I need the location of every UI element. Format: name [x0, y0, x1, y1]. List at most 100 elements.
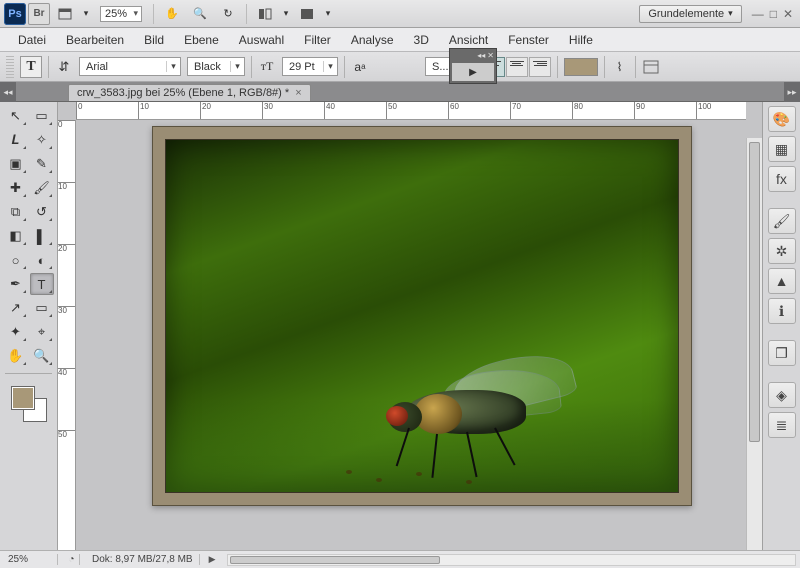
collapse-icon[interactable]: ◂◂ — [477, 51, 485, 61]
lasso-tool[interactable]: 𝑳 — [4, 129, 28, 151]
hand-tool-shortcut[interactable]: ✋ — [159, 3, 185, 25]
collapse-left-button[interactable]: ◂◂ — [0, 82, 16, 102]
history-brush-tool[interactable]: ↺ — [30, 201, 54, 223]
workspace-label: Grundelemente — [648, 8, 724, 20]
divider — [635, 56, 636, 78]
healing-brush-tool[interactable]: ✚ — [4, 177, 28, 199]
zoom-select[interactable]: 25% — [100, 6, 142, 22]
font-family-value: Arial — [80, 61, 166, 73]
eraser-tool[interactable]: ◧ — [4, 225, 28, 247]
arrange-documents-dropdown[interactable]: ▾ — [280, 3, 292, 25]
paths-panel-icon[interactable]: ≣ — [768, 412, 796, 438]
hand-tool[interactable]: ✋ — [4, 345, 28, 367]
layers-panel-icon[interactable]: ❐ — [768, 340, 796, 366]
horizontal-ruler[interactable]: 010203040506070809010011 — [76, 102, 746, 120]
scrollbar-thumb[interactable] — [230, 556, 440, 564]
swatches-panel-icon[interactable]: ▦ — [768, 136, 796, 162]
panel-close-icon[interactable]: ✕ — [487, 51, 494, 61]
horizontal-scrollbar[interactable] — [227, 554, 796, 566]
screen-mode-dropdown[interactable]: ▾ — [322, 3, 334, 25]
marquee-tool[interactable]: ▭ — [30, 105, 54, 127]
blur-tool[interactable]: ○ — [4, 249, 28, 271]
ruler-tick: 40 — [324, 102, 335, 119]
menu-hilfe[interactable]: Hilfe — [559, 30, 603, 50]
ruler-tick: 100 — [696, 102, 711, 119]
clone-stamp-tool[interactable]: ⧉ — [4, 201, 28, 223]
floating-mini-panel[interactable]: ◂◂✕ ▶ — [449, 48, 497, 84]
text-orientation-button[interactable]: ⇵ — [55, 58, 73, 76]
rotate-view-shortcut[interactable]: ↻ — [215, 3, 241, 25]
menu-auswahl[interactable]: Auswahl — [229, 30, 294, 50]
zoom-level-field[interactable]: 25% — [4, 554, 58, 565]
font-family-select[interactable]: Arial ▾ — [79, 57, 181, 76]
crop-tool[interactable]: ▣ — [4, 153, 28, 175]
canvas-viewport[interactable] — [76, 120, 762, 550]
character-panel-button[interactable] — [642, 58, 660, 76]
info-panel-icon[interactable]: ℹ — [768, 298, 796, 324]
play-icon[interactable]: ▶ — [452, 63, 494, 81]
menu-fenster[interactable]: Fenster — [498, 30, 559, 50]
channels-panel-icon[interactable]: ◈ — [768, 382, 796, 408]
close-button[interactable]: ✕ — [783, 7, 793, 21]
menu-ansicht[interactable]: Ansicht — [439, 30, 498, 50]
scrollbar-thumb[interactable] — [749, 142, 760, 442]
dodge-tool[interactable]: ◐ — [30, 249, 54, 271]
shape-tool[interactable]: ▭ — [30, 297, 54, 319]
menu-3d[interactable]: 3D — [404, 30, 439, 50]
brush-tool[interactable]: 🖌 — [30, 177, 54, 199]
menu-bearbeiten[interactable]: Bearbeiten — [56, 30, 134, 50]
warp-text-button[interactable]: ⌇ — [611, 58, 629, 76]
move-tool[interactable]: ↖ — [4, 105, 28, 127]
font-style-select[interactable]: Black ▾ — [187, 57, 245, 76]
color-swatches[interactable] — [11, 386, 47, 422]
type-tool[interactable]: T — [30, 273, 54, 295]
menu-ebene[interactable]: Ebene — [174, 30, 229, 50]
bridge-button[interactable]: Br — [28, 3, 50, 25]
magic-wand-tool[interactable]: ✧ — [30, 129, 54, 151]
menu-bild[interactable]: Bild — [134, 30, 174, 50]
vertical-scrollbar[interactable] — [746, 138, 762, 550]
gradient-tool[interactable]: ▌ — [30, 225, 54, 247]
menu-filter[interactable]: Filter — [294, 30, 341, 50]
ruler-tick: 20 — [200, 102, 211, 119]
status-disk-icon[interactable]: ◔ — [64, 554, 80, 565]
view-extras-dropdown[interactable]: ▾ — [80, 3, 92, 25]
view-extras-button[interactable] — [52, 3, 78, 25]
font-size-select[interactable]: 29 Pt ▾ — [282, 57, 338, 76]
menu-analyse[interactable]: Analyse — [341, 30, 404, 50]
styles-panel-icon[interactable]: fx — [768, 166, 796, 192]
color-panel-icon[interactable]: 🎨 — [768, 106, 796, 132]
zoom-tool-shortcut[interactable]: 🔍 — [187, 3, 213, 25]
workspace-switcher[interactable]: Grundelemente ▾ — [639, 5, 741, 23]
minimize-button[interactable]: — — [752, 7, 764, 21]
navigator-panel-icon[interactable]: ✲ — [768, 238, 796, 264]
ruler-tick: 10 — [58, 182, 75, 191]
collapse-right-button[interactable]: ▸▸ — [784, 82, 800, 102]
tab-close-icon[interactable]: × — [295, 87, 301, 99]
foreground-color-swatch[interactable] — [11, 386, 35, 410]
vertical-ruler[interactable]: 01020304050 — [58, 120, 76, 550]
pen-tool[interactable]: ✒ — [4, 273, 28, 295]
path-selection-tool[interactable]: ↗ — [4, 297, 28, 319]
grip-handle[interactable] — [6, 56, 14, 78]
align-center-button[interactable] — [506, 57, 528, 77]
type-tool-preset-icon[interactable]: T — [20, 56, 42, 78]
text-color-swatch[interactable] — [564, 58, 598, 76]
ruler-tick: 10 — [138, 102, 149, 119]
chevron-down-icon: ▾ — [166, 61, 180, 72]
histogram-panel-icon[interactable]: ▲ — [768, 268, 796, 294]
menu-datei[interactable]: Datei — [8, 30, 56, 50]
document-size-readout[interactable]: Dok: 8,97 MB/27,8 MB — [86, 554, 200, 565]
eyedropper-tool[interactable]: ✎ — [30, 153, 54, 175]
document-tab[interactable]: crw_3583.jpg bei 25% (Ebene 1, RGB/8#) *… — [68, 84, 311, 101]
maximize-button[interactable]: □ — [770, 7, 777, 21]
ruler-tick: 0 — [76, 102, 82, 119]
camera-tool[interactable]: ⌖ — [30, 321, 54, 343]
status-menu-button[interactable]: ▶ — [206, 554, 219, 565]
align-right-button[interactable] — [529, 57, 551, 77]
brushes-panel-icon[interactable]: 🖌 — [768, 208, 796, 234]
screen-mode-button[interactable] — [294, 3, 320, 25]
arrange-documents-button[interactable] — [252, 3, 278, 25]
3d-tool[interactable]: ✦ — [4, 321, 28, 343]
zoom-tool[interactable]: 🔍 — [30, 345, 54, 367]
